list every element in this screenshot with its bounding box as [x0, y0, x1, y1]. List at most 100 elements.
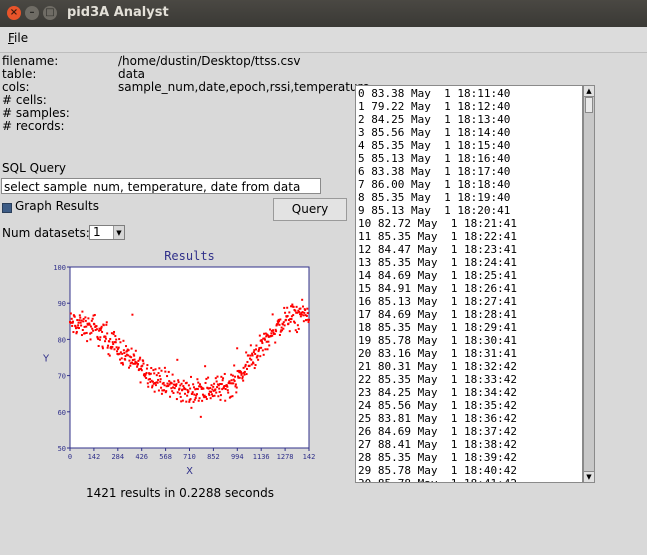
window-title: pid3A Analyst [67, 5, 169, 20]
query-button[interactable]: Query [273, 198, 347, 221]
data-point [90, 319, 93, 322]
maximize-icon[interactable]: □ [43, 6, 57, 20]
data-point [240, 372, 243, 375]
list-item[interactable]: 5 85.13 May 1 18:16:40 [358, 152, 510, 165]
scroll-up-icon[interactable]: ▲ [584, 86, 594, 97]
list-item[interactable]: 26 84.69 May 1 18:37:42 [358, 425, 517, 438]
list-item[interactable]: 2 84.25 May 1 18:13:40 [358, 113, 510, 126]
list-item[interactable]: 16 85.13 May 1 18:27:41 [358, 295, 517, 308]
data-point [95, 325, 98, 328]
data-point [83, 325, 86, 328]
list-item[interactable]: 15 84.91 May 1 18:26:41 [358, 282, 517, 295]
chevron-down-icon[interactable]: ▼ [113, 226, 124, 239]
data-point [216, 386, 219, 389]
data-point [90, 331, 93, 334]
data-point [259, 355, 262, 358]
list-item[interactable]: 1 79.22 May 1 18:12:40 [358, 100, 510, 113]
data-point [249, 354, 252, 357]
data-point [264, 348, 267, 351]
graph-results-checkbox[interactable] [2, 203, 12, 213]
list-item[interactable]: 0 83.38 May 1 18:11:40 [358, 87, 510, 100]
data-point [230, 373, 233, 376]
menu-file[interactable]: File [8, 31, 28, 45]
close-icon[interactable]: × [7, 6, 21, 20]
data-point [113, 348, 116, 351]
data-point [282, 327, 285, 330]
list-item[interactable]: 8 85.35 May 1 18:19:40 [358, 191, 510, 204]
data-point [145, 371, 148, 374]
data-point [163, 384, 166, 387]
list-item[interactable]: 10 82.72 May 1 18:21:41 [358, 217, 517, 230]
data-point [136, 363, 139, 366]
list-item[interactable]: 11 85.35 May 1 18:22:41 [358, 230, 517, 243]
data-point [181, 388, 184, 391]
data-point [213, 382, 216, 385]
data-point [204, 365, 207, 368]
data-point [274, 341, 277, 344]
data-point [102, 324, 105, 327]
data-point [114, 341, 117, 344]
num-datasets-select[interactable]: 1 ▼ [89, 225, 125, 240]
data-point [182, 385, 185, 388]
data-point [242, 379, 245, 382]
data-point [80, 319, 83, 322]
data-point [98, 338, 101, 341]
results-list[interactable]: 0 83.38 May 1 18:11:40 1 79.22 May 1 18:1… [355, 85, 583, 483]
data-point [205, 397, 208, 400]
list-item[interactable]: 30 85.78 May 1 18:41:42 [358, 477, 517, 482]
data-point [214, 377, 217, 380]
data-point [91, 317, 94, 320]
data-point [163, 366, 166, 369]
scroll-thumb[interactable] [585, 97, 593, 113]
data-point [156, 381, 159, 384]
data-point [273, 332, 276, 335]
data-point [231, 395, 234, 398]
sql-query-input[interactable]: select sample_num, temperature, date fro… [1, 178, 321, 194]
data-point [208, 394, 211, 397]
list-item[interactable]: 17 84.69 May 1 18:28:41 [358, 308, 517, 321]
list-item[interactable]: 7 86.00 May 1 18:18:40 [358, 178, 510, 191]
minimize-icon[interactable]: – [25, 6, 39, 20]
scroll-down-icon[interactable]: ▼ [584, 471, 594, 482]
data-point [271, 313, 274, 316]
list-item[interactable]: 4 85.35 May 1 18:15:40 [358, 139, 510, 152]
data-point [80, 334, 83, 337]
list-item[interactable]: 9 85.13 May 1 18:20:41 [358, 204, 510, 217]
list-item[interactable]: 6 83.38 May 1 18:17:40 [358, 165, 510, 178]
data-point [179, 395, 182, 398]
data-point [219, 398, 222, 401]
list-item[interactable]: 13 85.35 May 1 18:24:41 [358, 256, 517, 269]
y-tick-label: 50 [58, 445, 66, 453]
list-item[interactable]: 12 84.47 May 1 18:23:41 [358, 243, 517, 256]
data-point [261, 349, 264, 352]
data-point [184, 388, 187, 391]
list-item[interactable]: 27 88.41 May 1 18:38:42 [358, 438, 517, 451]
data-point [89, 338, 92, 341]
data-point [101, 330, 104, 333]
data-point [226, 385, 229, 388]
list-item[interactable]: 21 80.31 May 1 18:32:42 [358, 360, 517, 373]
data-point [189, 398, 192, 401]
list-item[interactable]: 24 85.56 May 1 18:35:42 [358, 399, 517, 412]
data-point [172, 386, 175, 389]
list-item[interactable]: 29 85.78 May 1 18:40:42 [358, 464, 517, 477]
list-item[interactable]: 20 83.16 May 1 18:31:41 [358, 347, 517, 360]
list-item[interactable]: 18 85.35 May 1 18:29:41 [358, 321, 517, 334]
data-point [111, 341, 114, 344]
data-point [204, 395, 207, 398]
data-point [185, 381, 188, 384]
list-item[interactable]: 23 84.25 May 1 18:34:42 [358, 386, 517, 399]
list-item[interactable]: 14 84.69 May 1 18:25:41 [358, 269, 517, 282]
data-point [84, 319, 87, 322]
results-scrollbar[interactable]: ▲ ▼ [583, 85, 595, 483]
list-item[interactable]: 3 85.56 May 1 18:14:40 [358, 126, 510, 139]
list-item[interactable]: 25 83.81 May 1 18:36:42 [358, 412, 517, 425]
data-point [122, 339, 125, 342]
list-item[interactable]: 28 85.35 May 1 18:39:42 [358, 451, 517, 464]
list-item[interactable]: 22 85.35 May 1 18:33:42 [358, 373, 517, 386]
data-point [292, 314, 295, 317]
list-item[interactable]: 19 85.78 May 1 18:30:41 [358, 334, 517, 347]
data-point [270, 332, 273, 335]
data-point [263, 338, 266, 341]
data-point [163, 389, 166, 392]
